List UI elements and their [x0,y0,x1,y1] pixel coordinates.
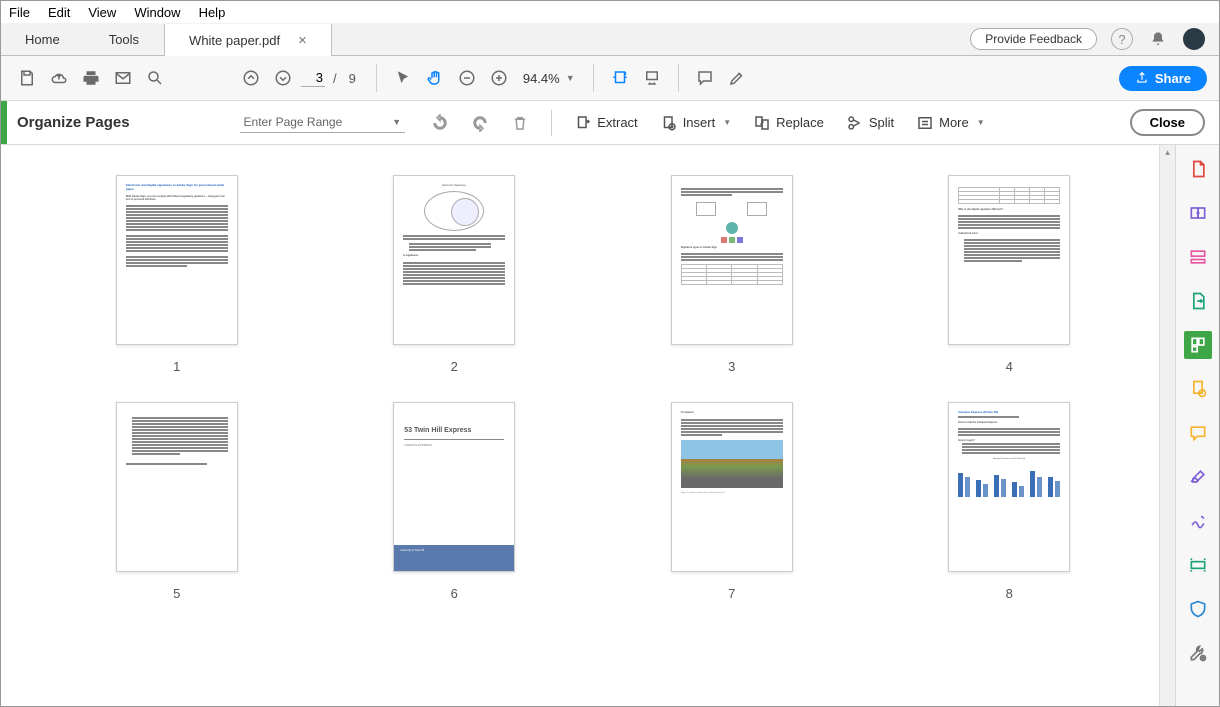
page-thumbnail-1[interactable]: Electronic and digital signatures in Ado… [93,175,261,374]
cloud-upload-icon[interactable] [45,64,73,92]
protect-icon[interactable] [1184,595,1212,623]
more-button[interactable]: More▼ [910,111,991,135]
rotate-ccw-button[interactable] [425,111,455,135]
email-icon[interactable] [109,64,137,92]
edit-pdf-icon[interactable] [1184,243,1212,271]
share-label: Share [1155,71,1191,86]
page-thumbnail-2[interactable]: Electronic Signatures E-signatures 2 [371,175,539,374]
more-tools-icon[interactable] [1184,639,1212,667]
thumbnail-label: 3 [728,359,735,374]
accent-stripe [1,101,7,144]
combine-files-icon[interactable] [1184,199,1212,227]
page-range-placeholder: Enter Page Range [244,115,343,129]
thumbnail-label: 1 [173,359,180,374]
thumbnail-label: 6 [451,586,458,601]
p6-title: 53 Twin Hill Express [404,427,504,435]
zoom-out-icon[interactable] [453,64,481,92]
organize-pages-icon[interactable] [1184,331,1212,359]
page-separator: / [333,71,337,86]
tab-document-label: White paper.pdf [189,33,280,48]
chevron-down-icon: ▼ [566,73,575,83]
notifications-icon[interactable] [1147,28,1169,50]
provide-feedback-button[interactable]: Provide Feedback [970,28,1097,50]
thumbnail-label: 5 [173,586,180,601]
split-button[interactable]: Split [840,111,900,135]
page-total: 9 [349,71,356,86]
zoom-dropdown[interactable]: 94.4% ▼ [523,71,575,86]
comment-tool-icon[interactable] [1184,419,1212,447]
redact-icon[interactable] [1184,551,1212,579]
page-thumbnail-4[interactable]: Why is the digital signature different? … [926,175,1094,374]
save-icon[interactable] [13,64,41,92]
extract-button[interactable]: Extract [568,111,643,135]
menu-view[interactable]: View [88,5,116,20]
thumbnail-area: Electronic and digital signatures in Ado… [1,145,1175,706]
chevron-down-icon: ▼ [392,117,401,127]
page-thumbnail-7[interactable]: Contents Figure 1 northwest drone shot o… [648,402,816,601]
export-pdf-icon[interactable] [1184,287,1212,315]
page-thumbnail-5[interactable]: 5 [93,402,261,601]
menu-help[interactable]: Help [199,5,226,20]
zoom-in-icon[interactable] [485,64,513,92]
thumbnail-label: 7 [728,586,735,601]
page-number-input[interactable] [301,69,325,87]
rotate-cw-button[interactable] [465,111,495,135]
tab-document[interactable]: White paper.pdf × [164,24,332,56]
vertical-scrollbar[interactable]: ▴ [1159,145,1175,706]
page-range-select[interactable]: Enter Page Range ▼ [240,112,406,133]
tab-bar: Home Tools White paper.pdf × Provide Fee… [1,23,1219,56]
organize-action-bar: Organize Pages Enter Page Range ▼ Extrac… [1,101,1219,145]
send-for-comments-icon[interactable] [1184,375,1212,403]
delete-button[interactable] [505,111,535,135]
menu-file[interactable]: File [9,5,30,20]
create-pdf-icon[interactable] [1184,155,1212,183]
organize-title: Organize Pages [17,114,130,131]
menu-edit[interactable]: Edit [48,5,70,20]
tab-home[interactable]: Home [1,23,85,55]
thumbnail-label: 4 [1006,359,1013,374]
thumbnail-label: 8 [1006,586,1013,601]
search-icon[interactable] [141,64,169,92]
highlight-icon[interactable] [723,64,751,92]
workspace: Electronic and digital signatures in Ado… [1,145,1219,706]
fill-sign-icon[interactable] [1184,463,1212,491]
page-thumbnail-8[interactable]: Campus Express (Route 53) How to ride th… [926,402,1094,601]
share-icon [1135,71,1149,85]
close-panel-button[interactable]: Close [1130,109,1205,136]
tab-close-icon[interactable]: × [298,32,307,49]
menu-window[interactable]: Window [134,5,180,20]
page-down-icon[interactable] [269,64,297,92]
help-icon[interactable]: ? [1111,28,1133,50]
fit-page-icon[interactable] [638,64,666,92]
tab-tools[interactable]: Tools [85,23,164,55]
p6-subtitle: CAMPUS EXPRESS [404,444,504,448]
zoom-value: 94.4% [523,71,560,86]
user-avatar[interactable] [1183,28,1205,50]
adobe-sign-icon[interactable] [1184,507,1212,535]
select-tool-icon[interactable] [389,64,417,92]
page-thumbnail-3[interactable]: Signature types in Adobe Sign 3 [648,175,816,374]
share-button[interactable]: Share [1119,66,1207,91]
page-thumbnail-6[interactable]: 53 Twin Hill Express CAMPUS EXPRESS Univ… [371,402,539,601]
hand-tool-icon[interactable] [421,64,449,92]
page-up-icon[interactable] [237,64,265,92]
menu-bar: File Edit View Window Help [1,1,1219,23]
thumbnail-label: 2 [451,359,458,374]
print-icon[interactable] [77,64,105,92]
fit-width-icon[interactable] [606,64,634,92]
right-tool-rail [1175,145,1219,706]
scroll-up-icon[interactable]: ▴ [1162,147,1173,159]
main-toolbar: / 9 94.4% ▼ Share [1,56,1219,101]
comment-icon[interactable] [691,64,719,92]
insert-button[interactable]: Insert▼ [654,111,737,135]
replace-button[interactable]: Replace [747,111,830,135]
